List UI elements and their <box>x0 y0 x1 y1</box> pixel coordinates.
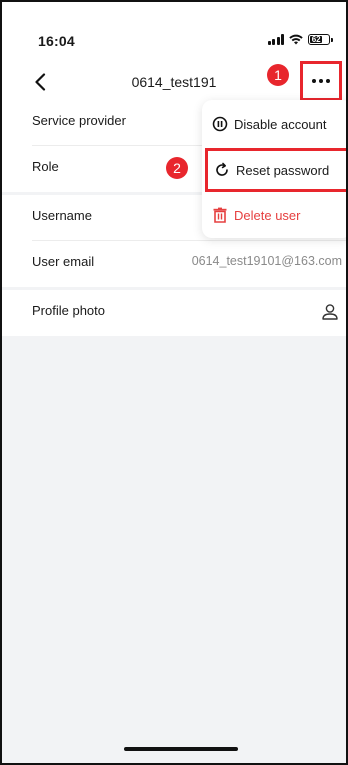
list-item-profile-photo[interactable]: Profile photo <box>32 290 346 336</box>
more-options-menu: Disable account Reset password Delete us… <box>202 100 346 238</box>
menu-item-label: Reset password <box>236 162 330 178</box>
status-time: 16:04 <box>38 33 75 49</box>
trash-icon <box>212 207 228 223</box>
profile-group: Profile photo <box>2 290 346 336</box>
battery-level: 62 <box>310 35 323 44</box>
refresh-icon <box>214 162 230 178</box>
page-title: 0614_test191 <box>131 74 217 90</box>
step-badge-2: 2 <box>166 157 188 179</box>
menu-item-label: Disable account <box>234 116 327 132</box>
user-email-value: 0614_test19101@163.com <box>191 254 342 268</box>
menu-item-label: Delete user <box>234 207 301 223</box>
wifi-icon <box>289 34 303 45</box>
row-label: Service provider <box>32 113 126 128</box>
menu-item-reset-password[interactable]: Reset password <box>205 148 346 192</box>
person-icon <box>322 304 338 320</box>
status-bar: 16:04 62 <box>2 2 346 64</box>
more-icon <box>312 79 330 83</box>
status-icons: 62 <box>267 34 333 45</box>
phone-screen: 16:04 62 0614_test191 1 Service provider… <box>0 0 348 765</box>
row-label: Username <box>32 208 92 223</box>
nav-bar: 0614_test191 <box>2 61 346 101</box>
pause-circle-icon <box>212 116 228 132</box>
row-label: User email <box>32 254 95 269</box>
row-label: Role <box>32 159 59 174</box>
menu-item-disable-account[interactable]: Disable account <box>212 116 327 132</box>
home-indicator[interactable] <box>124 747 238 751</box>
step-badge-1: 1 <box>267 64 289 86</box>
row-label: Profile photo <box>32 303 105 318</box>
signal-icon <box>267 34 284 45</box>
battery-icon: 62 <box>308 34 333 45</box>
list-item-user-email[interactable]: User email 0614_test19101@163.com <box>32 241 346 287</box>
more-options-button[interactable] <box>300 61 342 101</box>
menu-item-delete-user[interactable]: Delete user <box>212 207 300 223</box>
